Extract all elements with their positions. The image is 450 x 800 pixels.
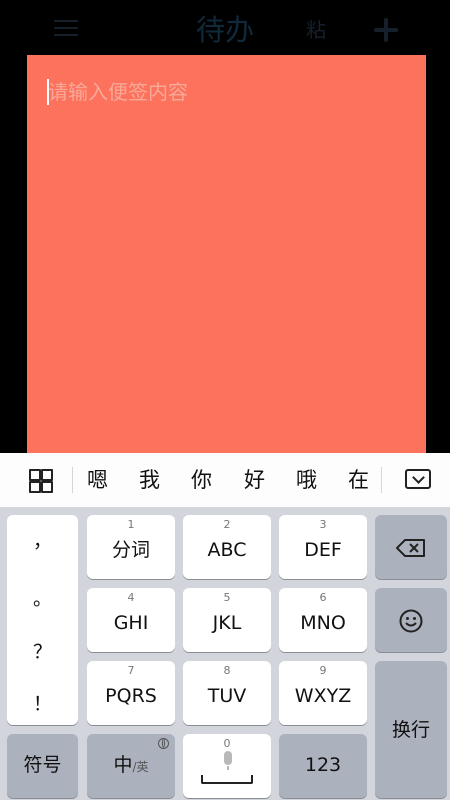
key-number: 5 [223,591,231,604]
key-number: 2 [223,518,231,531]
symbol-key[interactable]: 符号 [7,734,78,798]
candidate-word[interactable]: 好 [244,465,265,495]
key-7[interactable]: 7 PQRS [87,661,175,725]
key-9[interactable]: 9 WXYZ [279,661,367,725]
grid-icon[interactable] [29,469,53,493]
key-6[interactable]: 6 MNO [279,588,367,652]
separator [72,467,73,493]
text-caret [47,79,49,105]
mic-icon [224,751,232,770]
key-number: 6 [319,591,327,604]
enter-label: 换行 [391,719,430,741]
key-label: MNO [300,612,346,634]
key-2[interactable]: 2 ABC [183,515,271,579]
numbers-key[interactable]: 123 [279,734,367,798]
key-number: 9 [319,664,327,677]
punct-exclaim[interactable]: ！ [7,692,78,716]
space-icon [201,775,253,784]
enter-key[interactable]: 换行 [375,661,447,798]
lang-text: 中/英 [87,752,175,780]
keyboard: ， 。 ？ ！ 1 分词 2 ABC 3 DEF 4 GHI 5 JKL 6 M… [0,507,450,800]
language-switch-key[interactable]: 中/英 [87,734,175,798]
lang-sub: /英 [132,760,149,774]
key-1[interactable]: 1 分词 [87,515,175,579]
candidate-word[interactable]: 我 [139,465,160,495]
backspace-key[interactable] [375,515,447,579]
key-3[interactable]: 3 DEF [279,515,367,579]
candidate-bar: 嗯 我 你 好 哦 在 [0,453,450,507]
key-4[interactable]: 4 GHI [87,588,175,652]
key-label: GHI [113,612,149,634]
candidate-word[interactable]: 你 [191,465,212,495]
plus-icon[interactable] [372,16,400,44]
note-editor[interactable]: 请输入便签内容 [27,55,426,455]
key-label: PQRS [105,685,157,707]
paste-button[interactable]: 粘 [306,15,326,45]
smile-icon [399,609,423,633]
key-number: 7 [127,664,135,677]
key-label: TUV [207,685,247,707]
key-label: ABC [207,539,247,561]
candidate-word[interactable]: 哦 [296,465,317,495]
key-label: JKL [212,612,242,634]
key-label: 分词 [111,539,150,561]
backspace-icon [396,539,426,557]
note-placeholder: 请输入便签内容 [48,80,188,104]
key-number: 0 [223,737,231,750]
punct-period[interactable]: 。 [7,587,78,611]
punctuation-panel[interactable]: ， 。 ？ ！ [7,515,78,725]
lang-main: 中 [113,754,133,776]
numbers-label: 123 [304,754,342,776]
key-number: 3 [319,518,327,531]
top-bar: 待办 粘 [0,0,450,60]
key-label: DEF [304,539,342,561]
key-label: WXYZ [294,685,352,707]
page-title: 待办 [195,13,254,47]
punct-question[interactable]: ？ [7,640,78,664]
symbol-label: 符号 [23,754,62,776]
space-key[interactable]: 0 [183,734,271,798]
key-number: 1 [127,518,135,531]
separator [381,467,382,493]
globe-icon [158,738,169,749]
candidate-word[interactable]: 在 [348,465,369,495]
key-8[interactable]: 8 TUV [183,661,271,725]
punct-comma[interactable]: ， [7,529,78,553]
key-number: 4 [127,591,135,604]
key-number: 8 [223,664,231,677]
collapse-keyboard-icon[interactable] [405,469,431,489]
emoji-key[interactable] [375,588,447,652]
key-5[interactable]: 5 JKL [183,588,271,652]
candidate-word[interactable]: 嗯 [87,465,108,495]
menu-icon[interactable] [54,20,78,38]
